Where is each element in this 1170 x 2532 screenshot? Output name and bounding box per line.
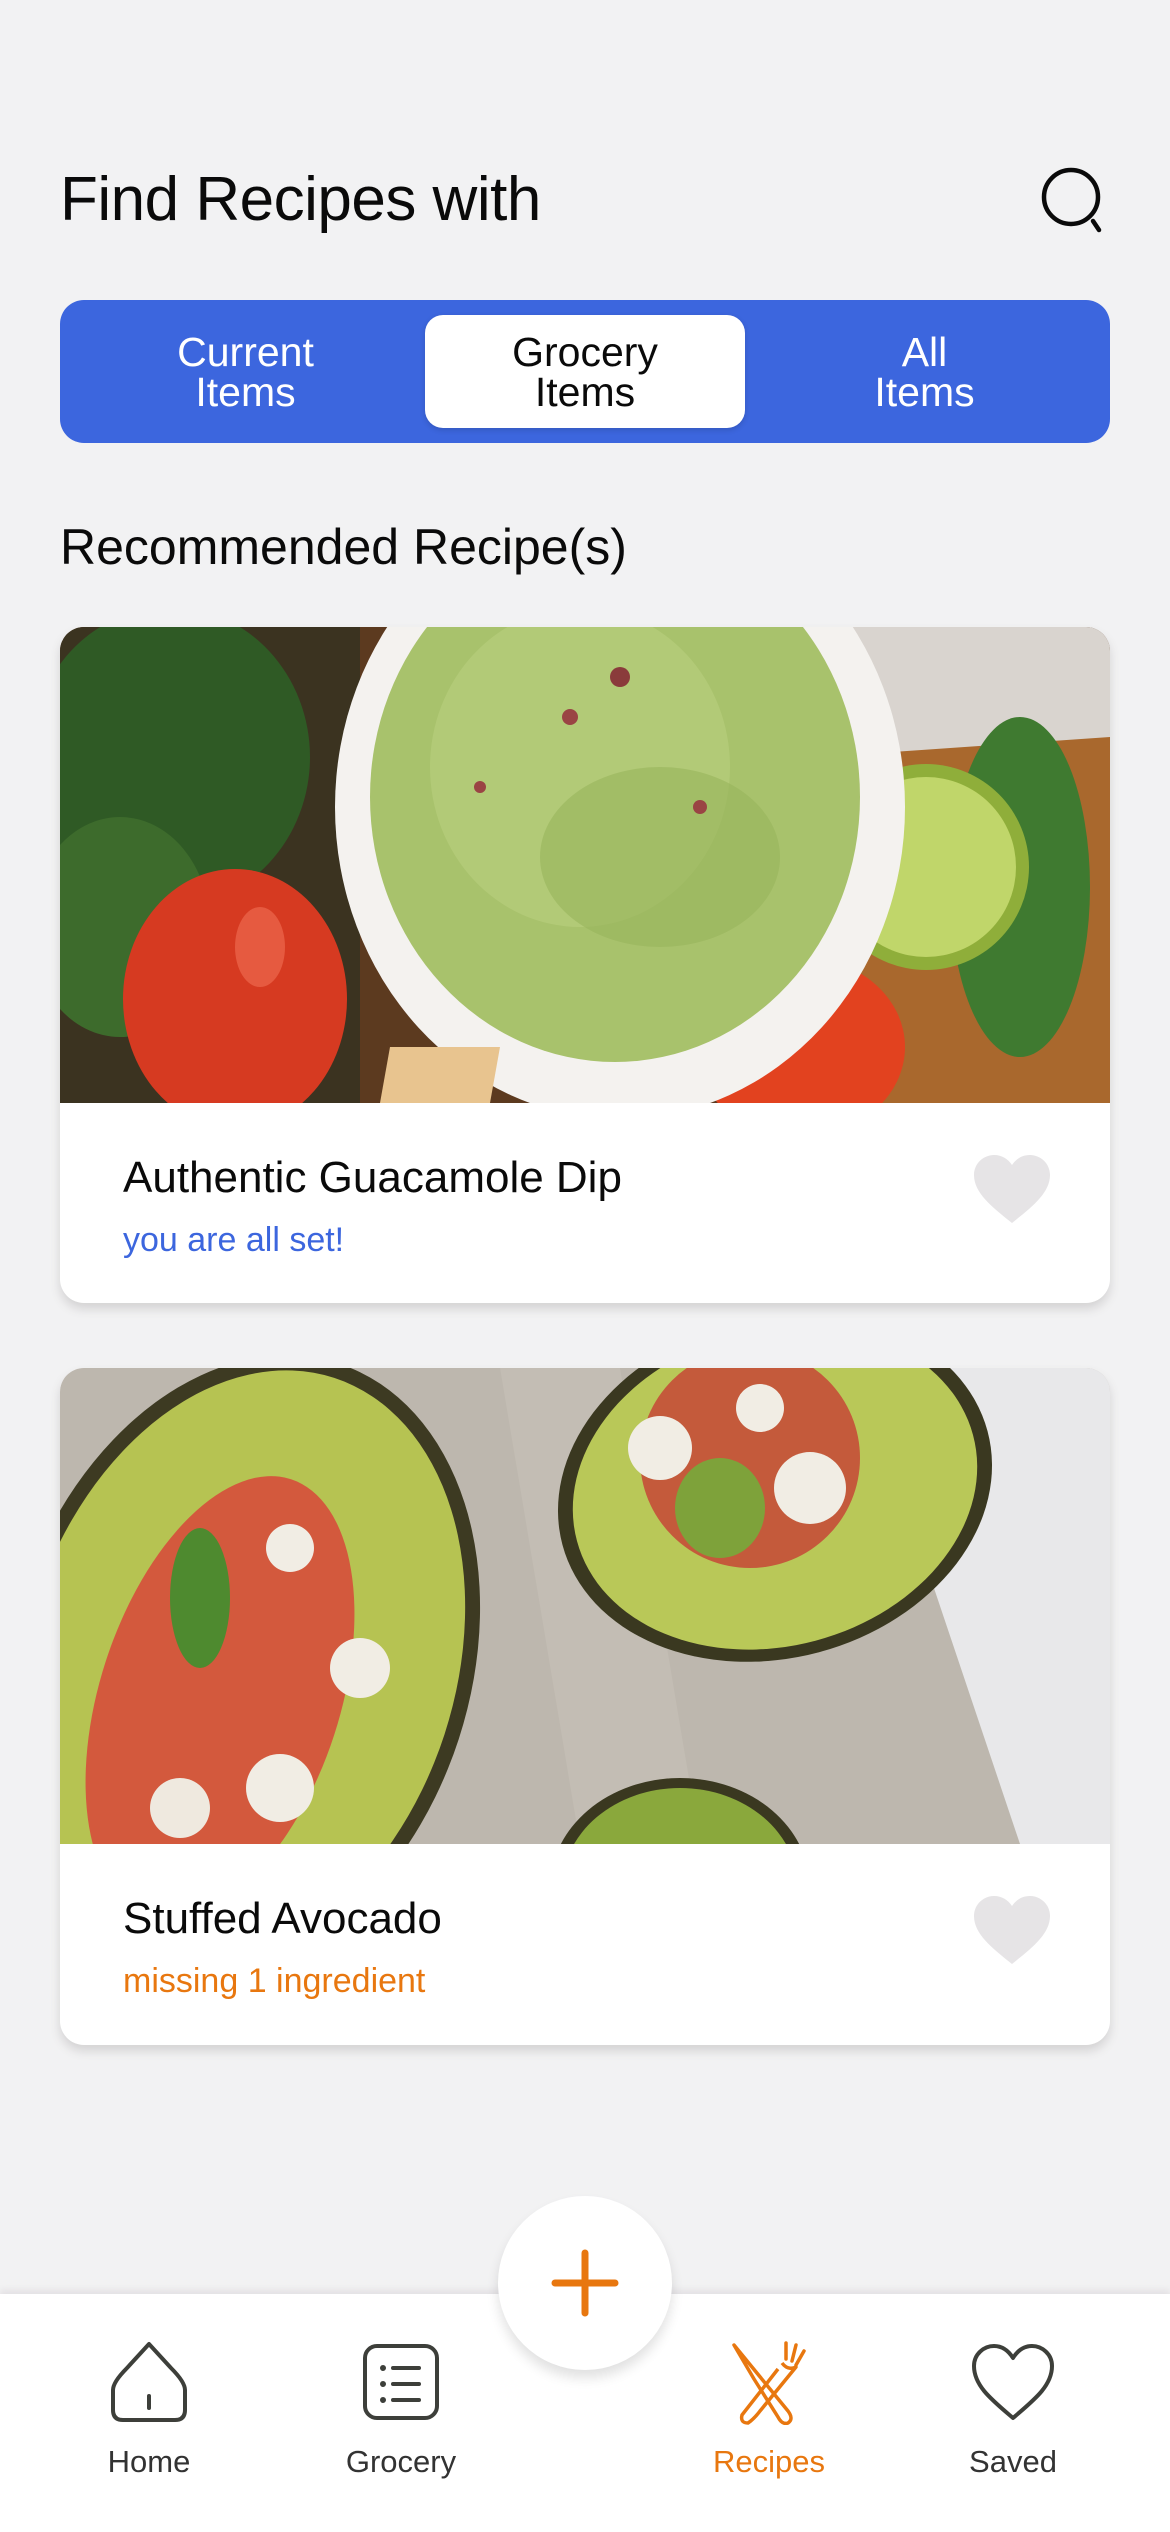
filter-all-items[interactable]: All Items xyxy=(753,315,1096,428)
section-title: Recommended Recipe(s) xyxy=(60,519,627,575)
recipe-card[interactable]: Stuffed Avocado missing 1 ingredient xyxy=(60,1368,1110,2045)
recipe-status: missing 1 ingredient xyxy=(123,1962,426,2000)
tab-recipes[interactable]: Recipes xyxy=(679,2334,859,2480)
search-icon xyxy=(1041,167,1102,233)
heart-icon xyxy=(974,1896,1050,1964)
tab-label: Saved xyxy=(969,2444,1057,2479)
filter-label-line2: Items xyxy=(195,368,296,415)
recipe-card-body: Authentic Guacamole Dip you are all set! xyxy=(60,1103,1110,1303)
recipe-title: Authentic Guacamole Dip xyxy=(123,1153,622,1202)
tab-label: Grocery xyxy=(345,2444,457,2479)
home-icon xyxy=(111,2342,187,2422)
header: Find Recipes with xyxy=(60,160,1110,240)
tab-saved[interactable]: Saved xyxy=(923,2334,1103,2480)
tab-home[interactable]: Home xyxy=(59,2334,239,2480)
page-title: Find Recipes with xyxy=(60,165,541,234)
recipe-card-body: Stuffed Avocado missing 1 ingredient xyxy=(60,1844,1110,2044)
filter-label-line2: Items xyxy=(874,368,975,415)
favorite-button[interactable] xyxy=(972,1896,1052,1966)
filter-current-items[interactable]: Current Items xyxy=(74,315,417,428)
tab-label: Recipes xyxy=(713,2444,825,2479)
filter-label-line1: Grocery xyxy=(512,328,658,375)
filter-grocery-items[interactable]: Grocery Items xyxy=(425,315,745,428)
heart-icon xyxy=(974,1155,1050,1223)
recipe-card[interactable]: Authentic Guacamole Dip you are all set! xyxy=(60,627,1110,1303)
plus-icon xyxy=(551,2249,619,2317)
tab-label: Home xyxy=(107,2444,191,2479)
filter-label-line1: Current xyxy=(177,328,314,375)
ingredient-source-filter: Current Items Grocery Items All Items xyxy=(60,300,1110,443)
recipe-status: you are all set! xyxy=(123,1221,345,1259)
list-icon xyxy=(363,2344,439,2420)
heart-icon xyxy=(972,2344,1054,2420)
stuffed-avocado-photo xyxy=(60,1368,1110,1844)
filter-label-line2: Items xyxy=(534,368,636,415)
guacamole-photo xyxy=(60,627,1110,1103)
add-button[interactable] xyxy=(498,2196,672,2370)
tab-grocery[interactable]: Grocery xyxy=(311,2334,491,2480)
fork-knife-icon xyxy=(732,2341,806,2425)
favorite-button[interactable] xyxy=(972,1155,1052,1225)
recipe-title: Stuffed Avocado xyxy=(123,1894,442,1943)
search-button[interactable] xyxy=(1038,164,1110,236)
filter-label-line1: All xyxy=(901,328,948,375)
